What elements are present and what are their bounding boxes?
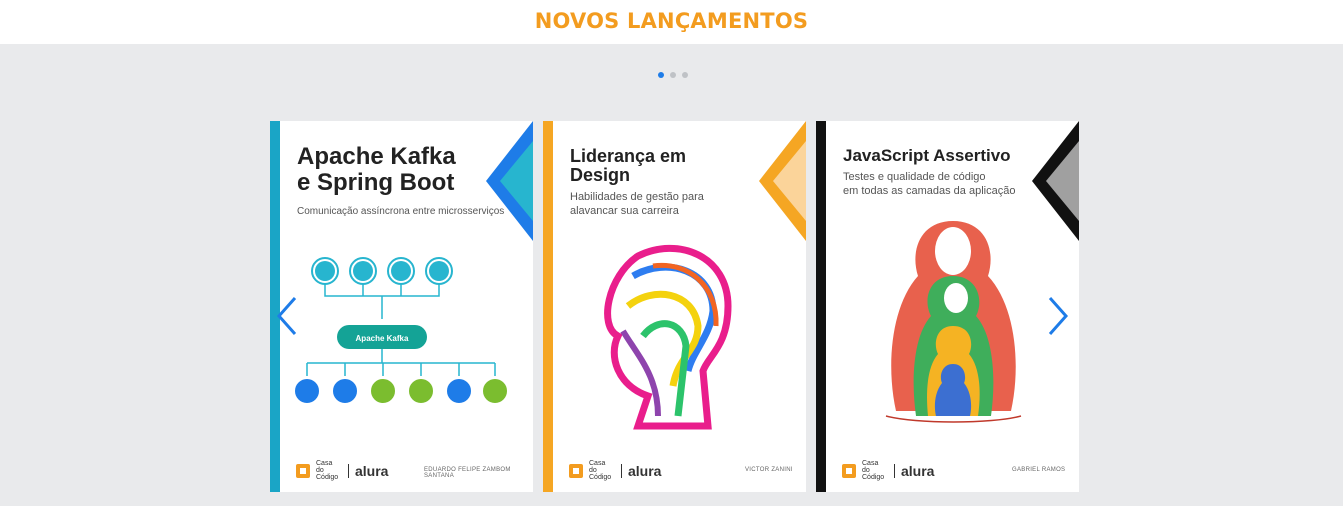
book-carousel: Apache Kafka e Spring Boot Comunicação a… (270, 121, 1080, 492)
carousel-pagination (658, 72, 688, 78)
diagram-center-label: Apache Kafka (356, 334, 409, 343)
section-title: NOVOS LANÇAMENTOS (534, 9, 809, 33)
book-author: EDUARDO FELIPE ZAMBOM SANTANA (424, 467, 511, 479)
publisher-brand: Casa do Código alura (842, 460, 934, 481)
section-header: NOVOS LANÇAMENTOS (0, 0, 1343, 44)
book-card-javascript-assertivo[interactable]: JavaScript Assertivo Testes e qualidade … (816, 121, 1079, 492)
alura-logo: alura (355, 462, 389, 479)
carousel-dot-2[interactable] (670, 72, 676, 78)
carousel-dot-3[interactable] (682, 72, 688, 78)
casa-do-codigo-logo-icon (296, 463, 310, 478)
chevron-right-icon[interactable] (1046, 296, 1070, 336)
carousel-dot-1[interactable] (658, 72, 664, 78)
publisher-brand: Casa do Código alura (569, 460, 661, 481)
book-title: JavaScript Assertivo (843, 146, 1011, 165)
alura-logo: alura (628, 462, 662, 479)
book-card-apache-kafka[interactable]: Apache Kafka e Spring Boot Comunicação a… (270, 121, 533, 492)
book-spine-stripe (543, 121, 553, 492)
book-card-lideranca-em-design[interactable]: Liderança em Design Habilidades de gestã… (543, 121, 806, 492)
cover-corner-chevron (759, 121, 806, 241)
alura-logo: alura (901, 462, 935, 479)
book-title: Apache Kafka e Spring Boot (297, 143, 456, 196)
publisher-brand: Casa do Código alura (296, 460, 388, 481)
book-subtitle: Habilidades de gestão para alavancar sua… (570, 191, 704, 217)
book-author: GABRIEL RAMOS (1012, 467, 1066, 473)
book-subtitle: Testes e qualidade de código em todas as… (843, 171, 1016, 197)
book-subtitle: Comunicação assíncrona entre microsservi… (297, 206, 505, 217)
cover-corner-chevron (486, 121, 533, 241)
book-spine-stripe (816, 121, 826, 492)
kafka-architecture-illustration: Apache Kafka (295, 257, 509, 405)
casa-do-codigo-logo-icon (569, 463, 583, 478)
book-author: VICTOR ZANINI (745, 467, 793, 473)
book-title: Liderança em Design (570, 146, 687, 186)
nesting-dolls-illustration (885, 221, 1022, 423)
colorful-head-illustration (604, 244, 732, 430)
casa-do-codigo-logo-icon (842, 463, 856, 478)
chevron-left-icon[interactable] (275, 296, 299, 336)
